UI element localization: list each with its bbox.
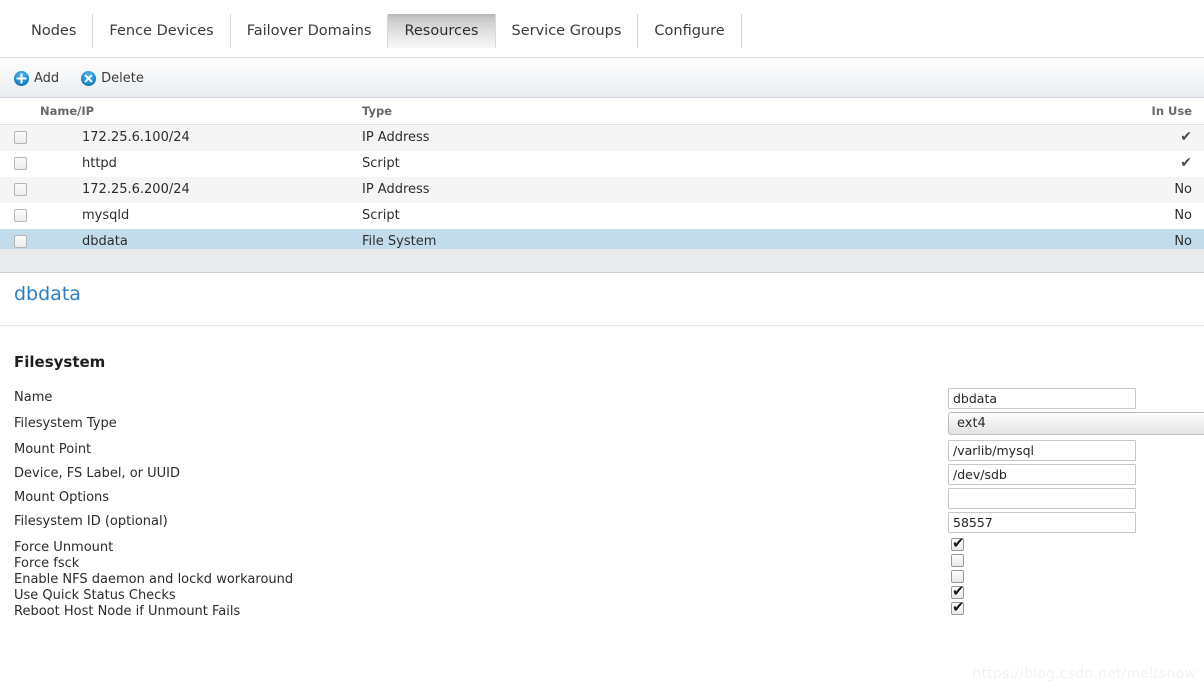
- table-footer-bar: [0, 249, 1204, 273]
- table-row[interactable]: 172.25.6.200/24 IP Address No: [0, 176, 1204, 203]
- resource-toolbar: Add Delete: [0, 59, 1204, 98]
- detail-title-link[interactable]: dbdata: [14, 283, 81, 305]
- row-select-cell: [0, 124, 40, 151]
- checkbox-label-force-fsck: Force fsck: [14, 556, 80, 571]
- delete-button-label: Delete: [101, 70, 144, 86]
- resources-table-head: Name/IP Type In Use: [0, 99, 1204, 125]
- field-input-mount-point[interactable]: [948, 440, 1136, 461]
- check-icon: ✔: [952, 598, 965, 616]
- checkbox-label-enable-nfs-daemon-and-lockd-workaround: Enable NFS daemon and lockd workaround: [14, 572, 294, 587]
- table-row[interactable]: 172.25.6.100/24 IP Address ✔: [0, 124, 1204, 151]
- check-icon: ✔: [952, 582, 965, 600]
- main-tab-bar: Nodes Fence Devices Failover Domains Resour…: [0, 0, 1204, 58]
- add-button-label: Add: [34, 70, 60, 86]
- checkbox-label-reboot-host-node-if-unmount-fails: Reboot Host Node if Unmount Fails: [14, 604, 241, 619]
- row-checkbox[interactable]: [14, 235, 27, 248]
- cell-name-text: dbdata: [82, 234, 128, 249]
- field-label-mount-options: Mount Options: [14, 490, 110, 505]
- cell-name-text: httpd: [82, 156, 117, 171]
- field-label-name: Name: [14, 390, 53, 405]
- cluster-admin-page: Nodes Fence Devices Failover Domains Resour…: [0, 0, 1204, 697]
- row-select-cell: [0, 202, 40, 229]
- column-header-name[interactable]: Name/IP: [40, 99, 362, 125]
- cell-in-use-check-icon: ✔: [1142, 124, 1204, 151]
- row-checkbox[interactable]: [14, 183, 27, 196]
- row-checkbox[interactable]: [14, 209, 27, 222]
- cell-name-text: 172.25.6.200/24: [82, 182, 190, 197]
- cell-name: 172.25.6.100/24: [40, 124, 362, 151]
- delete-button[interactable]: Delete: [81, 70, 144, 86]
- resources-table-body: 172.25.6.100/24 IP Address ✔ httpd Script ✔ 17…: [0, 124, 1204, 255]
- row-select-cell: [0, 176, 40, 203]
- cell-name: 172.25.6.200/24: [40, 176, 362, 203]
- field-input-device-fs-label-or-uuid[interactable]: [948, 464, 1136, 485]
- checkbox-reboot-host-node-if-unmount-fails[interactable]: ✔: [951, 598, 965, 616]
- field-label-filesystem-type: Filesystem Type: [14, 416, 117, 431]
- field-input-name[interactable]: [948, 388, 1136, 409]
- tab-failover-domains[interactable]: Failover Domains: [231, 14, 389, 48]
- checkbox-label-use-quick-status-checks: Use Quick Status Checks: [14, 588, 176, 603]
- column-header-select: [0, 99, 40, 125]
- cell-type: Script: [362, 150, 1142, 177]
- detail-header: dbdata: [0, 274, 1204, 326]
- cell-name-text: mysqld: [82, 208, 130, 223]
- check-icon: ✔: [1180, 155, 1192, 171]
- cell-type: IP Address: [362, 124, 1142, 151]
- tab-resources[interactable]: Resources: [388, 14, 496, 48]
- field-label-mount-point: Mount Point: [14, 442, 92, 457]
- table-row[interactable]: mysqld Script No: [0, 202, 1204, 229]
- add-button[interactable]: Add: [14, 70, 60, 86]
- cell-in-use: No: [1142, 176, 1204, 203]
- resources-table: Name/IP Type In Use 172.25.6.100/24 IP Ad…: [0, 99, 1204, 255]
- check-icon: ✔: [1180, 129, 1192, 146]
- form-section-heading: Filesystem: [14, 353, 106, 371]
- checkbox-force-fsck[interactable]: [951, 554, 964, 567]
- cell-name-text: 172.25.6.100/24: [82, 130, 190, 146]
- cell-name: httpd: [40, 150, 362, 177]
- tab-configure[interactable]: Configure: [638, 14, 742, 48]
- checkbox-label-force-unmount: Force Unmount: [14, 540, 114, 555]
- table-header-row: Name/IP Type In Use: [0, 99, 1204, 125]
- tab-service-groups[interactable]: Service Groups: [496, 14, 639, 48]
- table-row[interactable]: httpd Script ✔: [0, 150, 1204, 177]
- filesystem-type-select[interactable]: ext4: [948, 412, 1204, 435]
- plus-circle-icon: [14, 70, 29, 86]
- field-input-filesystem-id-optional[interactable]: [948, 512, 1136, 533]
- checkbox-force-unmount[interactable]: ✔: [951, 534, 965, 552]
- field-label-device-fs-label-or-uuid: Device, FS Label, or UUID: [14, 466, 180, 481]
- cell-type: IP Address: [362, 176, 1142, 203]
- row-checkbox[interactable]: [14, 131, 27, 145]
- x-circle-icon: [81, 70, 97, 86]
- watermark-text: https://blog.csdn.net/meltsnow: [972, 666, 1196, 682]
- column-header-in-use[interactable]: In Use: [1142, 99, 1204, 125]
- cell-in-use: No: [1142, 202, 1204, 229]
- row-checkbox[interactable]: [14, 157, 27, 170]
- cell-type: Script: [362, 202, 1142, 229]
- cell-in-use-check-icon: ✔: [1142, 150, 1204, 177]
- field-input-mount-options[interactable]: [948, 488, 1136, 509]
- tab-fence-devices[interactable]: Fence Devices: [93, 14, 231, 48]
- cell-name: mysqld: [40, 202, 362, 229]
- check-icon: ✔: [952, 534, 965, 552]
- row-select-cell: [0, 150, 40, 177]
- tab-nodes[interactable]: Nodes: [14, 14, 94, 48]
- field-label-filesystem-id-optional: Filesystem ID (optional): [14, 514, 168, 529]
- column-header-type[interactable]: Type: [362, 99, 1142, 125]
